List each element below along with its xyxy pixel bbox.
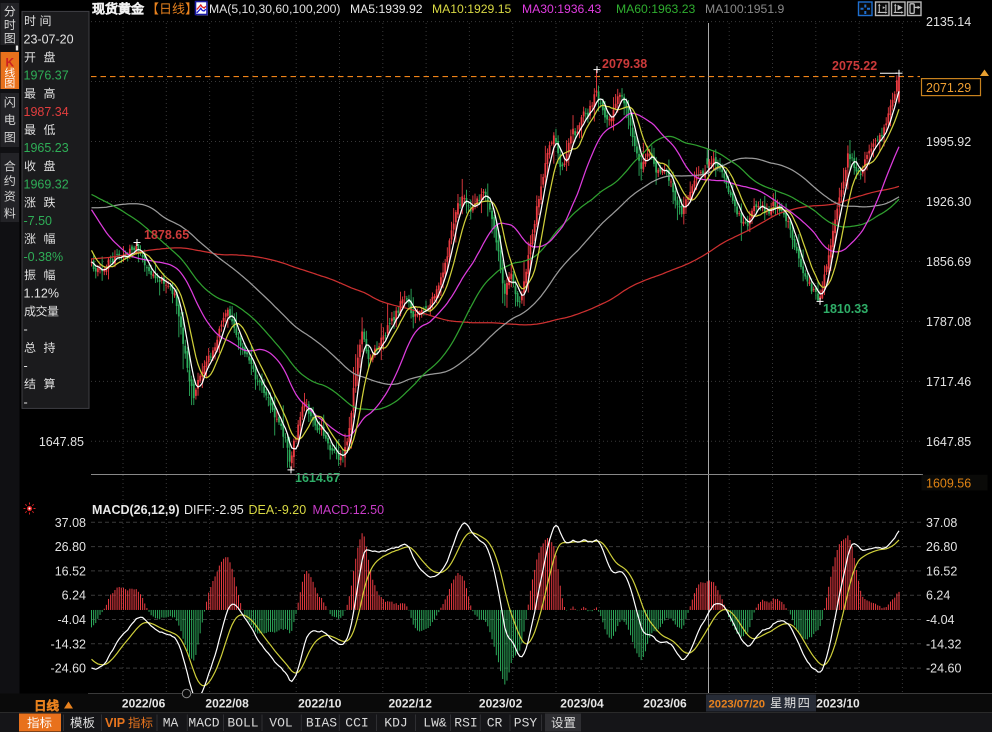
svg-text:MA10:1929.15: MA10:1929.15 (432, 2, 512, 16)
svg-text:MA30:1936.43: MA30:1936.43 (522, 2, 602, 16)
svg-text:2022/06: 2022/06 (122, 697, 166, 711)
svg-text:6.24: 6.24 (926, 589, 950, 603)
svg-text:2023/07/20: 2023/07/20 (709, 699, 766, 711)
svg-text:MA(5,10,30,60,100,200): MA(5,10,30,60,100,200) (209, 2, 340, 16)
svg-text:1987.34: 1987.34 (24, 105, 69, 119)
svg-text:-0.38%: -0.38% (24, 250, 64, 264)
svg-text:RSI: RSI (454, 716, 477, 731)
svg-text:1969.32: 1969.32 (24, 177, 69, 191)
svg-text:26.80: 26.80 (926, 540, 957, 554)
svg-text:DIFF:-2.95: DIFF:-2.95 (184, 503, 244, 517)
svg-text:MACD(26,12,9): MACD(26,12,9) (92, 503, 180, 517)
svg-text:2022/10: 2022/10 (298, 697, 342, 711)
svg-text:1647.85: 1647.85 (39, 435, 84, 449)
svg-text:1810.33: 1810.33 (823, 302, 868, 316)
svg-text:1717.46: 1717.46 (926, 375, 971, 389)
svg-text:-4.04: -4.04 (926, 613, 955, 627)
svg-text:1856.69: 1856.69 (926, 255, 971, 269)
svg-text:BOLL: BOLL (227, 716, 258, 731)
svg-text:VOL: VOL (269, 716, 292, 731)
svg-text:-: - (24, 359, 28, 373)
svg-text:MACD:12.50: MACD:12.50 (313, 503, 385, 517)
svg-text:-4.04: -4.04 (58, 613, 87, 627)
svg-text:LW&: LW& (423, 716, 447, 731)
svg-text:1614.67: 1614.67 (295, 471, 340, 485)
svg-text:-14.32: -14.32 (926, 637, 961, 651)
svg-text:BIAS: BIAS (306, 716, 337, 731)
svg-text:KDJ: KDJ (384, 716, 407, 731)
svg-text:2135.14: 2135.14 (926, 15, 971, 29)
svg-text:1965.23: 1965.23 (24, 141, 69, 155)
svg-text:-: - (24, 395, 28, 409)
svg-text:6.24: 6.24 (62, 589, 86, 603)
svg-text:-: - (24, 323, 28, 337)
svg-text:-14.32: -14.32 (51, 637, 86, 651)
svg-text:2023/04: 2023/04 (560, 697, 604, 711)
svg-text:CR: CR (487, 716, 503, 731)
svg-text:PSY: PSY (514, 716, 538, 731)
svg-text:2023/10: 2023/10 (816, 697, 860, 711)
svg-text:MA5:1939.92: MA5:1939.92 (350, 2, 423, 16)
svg-text:2079.38: 2079.38 (602, 57, 647, 71)
svg-text:2071.29: 2071.29 (926, 81, 971, 95)
svg-text:DEA:-9.20: DEA:-9.20 (249, 503, 307, 517)
svg-text:-24.60: -24.60 (51, 662, 86, 676)
svg-text:CCI: CCI (345, 716, 368, 731)
svg-text:MA: MA (163, 716, 179, 731)
svg-text:2022/12: 2022/12 (389, 697, 433, 711)
svg-text:1787.08: 1787.08 (926, 315, 971, 329)
svg-text:MA60:1963.23: MA60:1963.23 (616, 2, 696, 16)
svg-text:1.12%: 1.12% (24, 286, 59, 300)
svg-text:1878.65: 1878.65 (144, 228, 189, 242)
svg-text:37.08: 37.08 (55, 516, 86, 530)
svg-text:2022/08: 2022/08 (205, 697, 249, 711)
svg-text:37.08: 37.08 (926, 516, 957, 530)
svg-text:2075.22: 2075.22 (832, 59, 877, 73)
svg-text:MACD: MACD (188, 716, 219, 731)
svg-text:1647.85: 1647.85 (926, 435, 971, 449)
svg-text:1609.56: 1609.56 (926, 476, 971, 490)
svg-text:26.80: 26.80 (55, 540, 86, 554)
svg-text:MA100:1951.9: MA100:1951.9 (705, 2, 785, 16)
svg-text:2023/06: 2023/06 (643, 697, 687, 711)
svg-text:1995.92: 1995.92 (926, 135, 971, 149)
svg-text:1976.37: 1976.37 (24, 69, 69, 83)
svg-text:16.52: 16.52 (926, 564, 957, 578)
svg-text:1926.30: 1926.30 (926, 195, 971, 209)
svg-text:VIP: VIP (105, 716, 125, 730)
svg-text:23-07-20: 23-07-20 (24, 32, 74, 46)
svg-text:-24.60: -24.60 (926, 662, 961, 676)
svg-text:16.52: 16.52 (55, 564, 86, 578)
svg-text:K: K (5, 56, 14, 70)
svg-text:-7.50: -7.50 (24, 214, 53, 228)
svg-text:2023/02: 2023/02 (479, 697, 523, 711)
